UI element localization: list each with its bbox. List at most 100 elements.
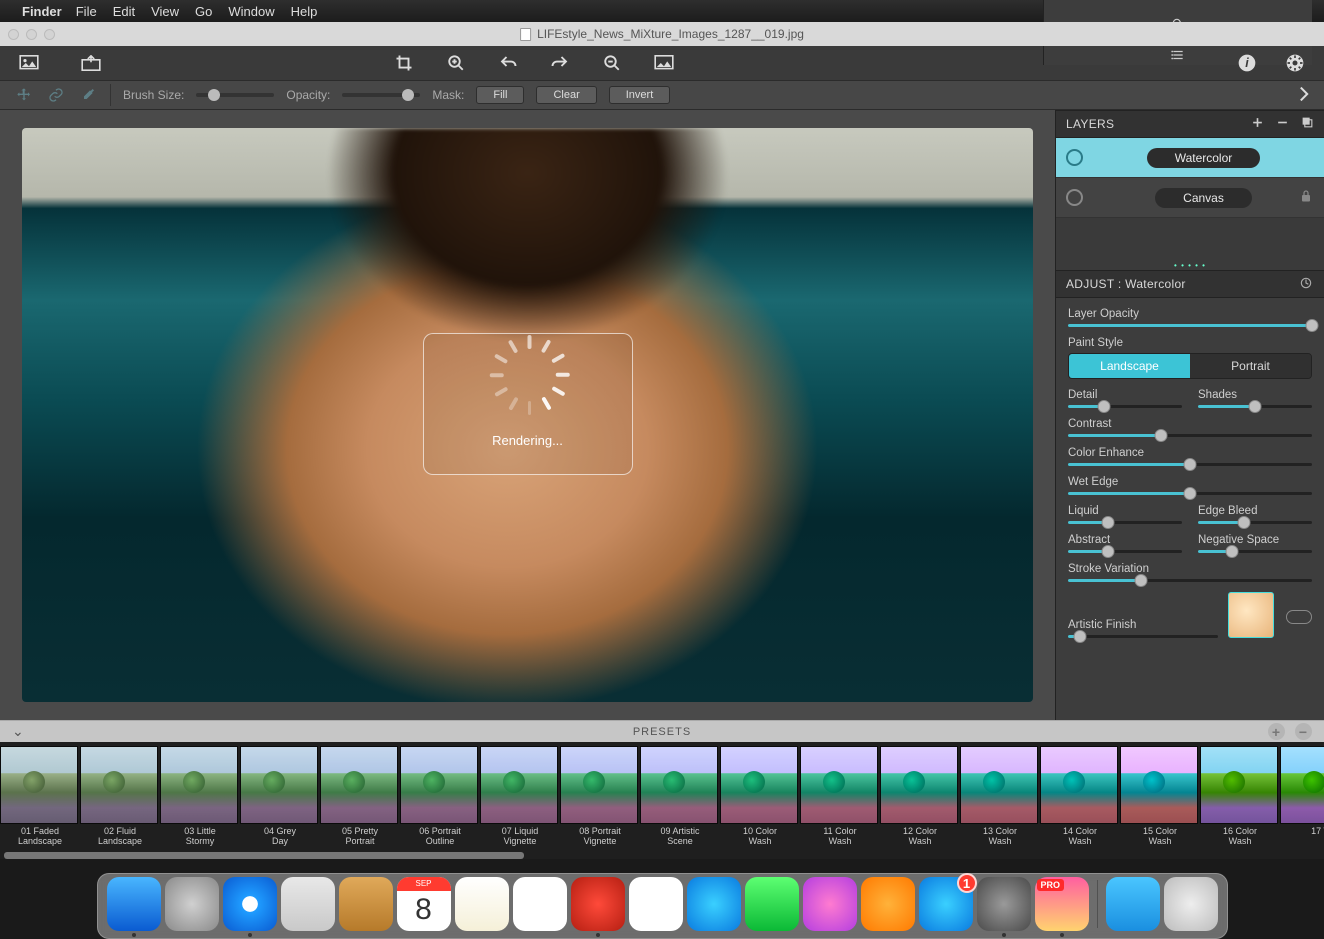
layer-row-watercolor[interactable]: Watercolor — [1056, 138, 1324, 178]
compare-icon[interactable] — [647, 50, 681, 76]
slider-detail[interactable] — [1068, 405, 1182, 408]
redo-icon[interactable] — [543, 50, 577, 76]
dock-paint-pro[interactable]: PRO — [1035, 877, 1089, 931]
opacity-slider[interactable] — [342, 93, 420, 97]
duplicate-layer-icon[interactable] — [1301, 116, 1314, 132]
dock-facetime[interactable] — [745, 877, 799, 931]
preset-thumb[interactable] — [480, 746, 558, 824]
layer-visibility-icon[interactable] — [1066, 189, 1083, 206]
preset-thumb[interactable] — [1040, 746, 1118, 824]
dock-notes[interactable] — [455, 877, 509, 931]
preset-thumb[interactable] — [800, 746, 878, 824]
preset-thumb[interactable] — [960, 746, 1038, 824]
dock-finder[interactable] — [107, 877, 161, 931]
eyedropper-icon[interactable] — [78, 85, 98, 105]
preset-item[interactable]: 15 ColorWash — [1120, 746, 1200, 852]
link-tool-icon[interactable] — [46, 85, 66, 105]
preset-item[interactable]: 04 GreyDay — [240, 746, 320, 852]
menubar-app-name[interactable]: Finder — [22, 4, 62, 19]
traffic-close[interactable] — [8, 29, 19, 40]
preset-item[interactable]: 07 LiquidVignette — [480, 746, 560, 852]
dock-fantastical[interactable] — [571, 877, 625, 931]
menu-help[interactable]: Help — [291, 4, 318, 19]
preset-thumb[interactable] — [320, 746, 398, 824]
menu-go[interactable]: Go — [195, 4, 212, 19]
undo-icon[interactable] — [491, 50, 525, 76]
menu-edit[interactable]: Edit — [113, 4, 135, 19]
preset-item[interactable]: 08 PortraitVignette — [560, 746, 640, 852]
dock-messages[interactable] — [687, 877, 741, 931]
presets-scrollbar[interactable] — [0, 852, 1324, 859]
preset-item[interactable]: 14 ColorWash — [1040, 746, 1120, 852]
preset-thumb[interactable] — [640, 746, 718, 824]
presets-collapse-icon[interactable]: ⌄ — [12, 723, 25, 740]
zoom-out-icon[interactable] — [595, 50, 629, 76]
preset-thumb[interactable] — [1280, 746, 1324, 824]
seg-portrait[interactable]: Portrait — [1190, 354, 1311, 378]
slider-shades[interactable] — [1198, 405, 1312, 408]
lock-icon[interactable] — [1300, 189, 1312, 206]
dock-safari[interactable] — [223, 877, 277, 931]
crop-icon[interactable] — [387, 50, 421, 76]
seg-landscape[interactable]: Landscape — [1069, 354, 1190, 378]
slider-liquid[interactable] — [1068, 521, 1182, 524]
slider-neg_space[interactable] — [1198, 550, 1312, 553]
dock-photos[interactable] — [629, 877, 683, 931]
move-tool-icon[interactable] — [14, 85, 34, 105]
canvas-area[interactable]: Rendering... — [0, 110, 1055, 720]
export-icon[interactable] — [74, 50, 108, 76]
menu-view[interactable]: View — [151, 4, 179, 19]
reset-adjust-icon[interactable] — [1298, 276, 1314, 293]
mask-clear-button[interactable]: Clear — [536, 86, 596, 104]
preset-item[interactable]: 03 LittleStormy — [160, 746, 240, 852]
menu-list-icon[interactable] — [1170, 48, 1186, 65]
dock-launchpad[interactable] — [165, 877, 219, 931]
dock-reminders[interactable] — [513, 877, 567, 931]
preset-item[interactable]: 13 ColorWash — [960, 746, 1040, 852]
mask-fill-button[interactable]: Fill — [476, 86, 524, 104]
preset-thumb[interactable] — [80, 746, 158, 824]
zoom-in-icon[interactable] — [439, 50, 473, 76]
dock-appstore[interactable]: 1 — [919, 877, 973, 931]
remove-preset-icon[interactable]: − — [1295, 723, 1312, 740]
presets-strip[interactable]: 01 FadedLandscape 02 FluidLandscape 03 L… — [0, 742, 1324, 852]
info-icon[interactable]: i — [1230, 50, 1264, 76]
slider-color_enhance[interactable] — [1068, 463, 1312, 466]
slider-wet_edge[interactable] — [1068, 492, 1312, 495]
preset-thumb[interactable] — [560, 746, 638, 824]
preset-thumb[interactable] — [160, 746, 238, 824]
layer-row-canvas[interactable]: Canvas — [1056, 178, 1324, 218]
preset-item[interactable]: 17 T — [1280, 746, 1324, 852]
preset-thumb[interactable] — [1120, 746, 1198, 824]
fit-screen-icon[interactable] — [12, 50, 46, 76]
slider-layer-opacity[interactable] — [1068, 324, 1312, 327]
slider-edge_bleed[interactable] — [1198, 521, 1312, 524]
preset-item[interactable]: 16 ColorWash — [1200, 746, 1280, 852]
layer-name[interactable]: Canvas — [1155, 188, 1252, 208]
preset-thumb[interactable] — [240, 746, 318, 824]
paint-style-segmented[interactable]: Landscape Portrait — [1068, 353, 1312, 379]
mask-invert-button[interactable]: Invert — [609, 86, 671, 104]
slider-artistic-finish[interactable] — [1068, 635, 1218, 638]
preset-item[interactable]: 02 FluidLandscape — [80, 746, 160, 852]
brush-size-slider[interactable] — [196, 93, 274, 97]
dock-calendar[interactable]: SEP8 — [397, 877, 451, 931]
preset-item[interactable]: 01 FadedLandscape — [0, 746, 80, 852]
add-layer-icon[interactable] — [1251, 116, 1264, 132]
traffic-zoom[interactable] — [44, 29, 55, 40]
dock-ibooks[interactable] — [861, 877, 915, 931]
remove-layer-icon[interactable] — [1276, 116, 1289, 132]
artistic-finish-swatch[interactable] — [1228, 592, 1274, 638]
settings-gear-icon[interactable] — [1278, 50, 1312, 76]
preset-item[interactable]: 11 ColorWash — [800, 746, 880, 852]
link-finish-icon[interactable] — [1286, 610, 1312, 624]
dock-trash[interactable] — [1164, 877, 1218, 931]
dock-contacts[interactable] — [339, 877, 393, 931]
menu-file[interactable]: File — [76, 4, 97, 19]
slider-stroke_var[interactable] — [1068, 579, 1312, 582]
traffic-minimize[interactable] — [26, 29, 37, 40]
preset-item[interactable]: 05 PrettyPortrait — [320, 746, 400, 852]
preset-thumb[interactable] — [880, 746, 958, 824]
dock-downloads[interactable] — [1106, 877, 1160, 931]
dock-settings[interactable] — [977, 877, 1031, 931]
